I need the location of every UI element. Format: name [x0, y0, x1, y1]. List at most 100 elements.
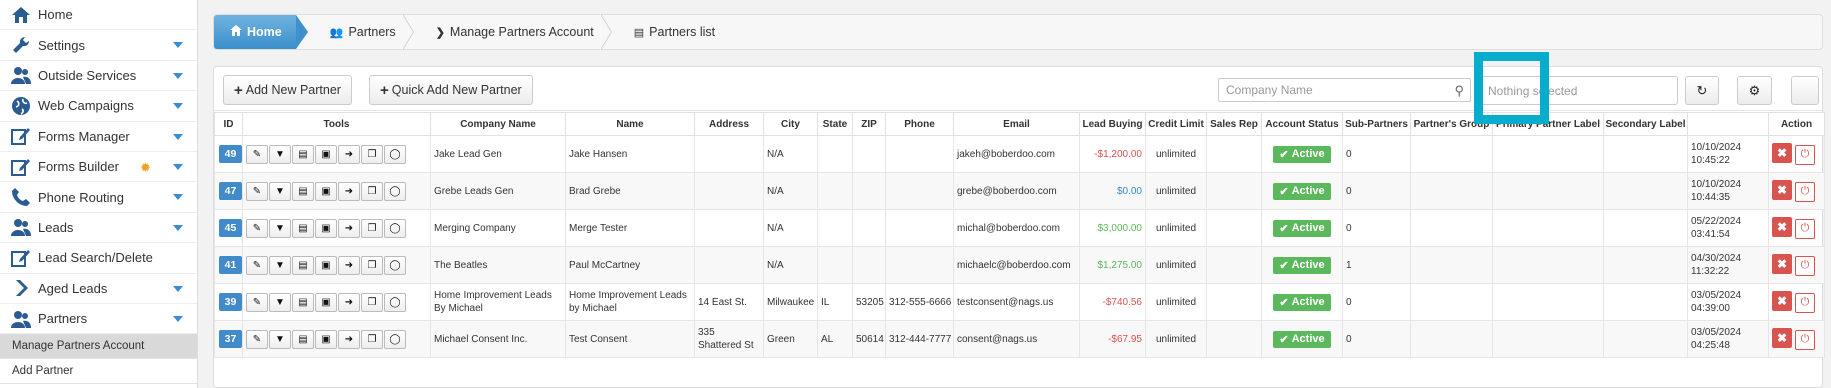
delete-button[interactable]: ✖: [1772, 291, 1792, 312]
comment-icon[interactable]: ◯: [384, 255, 406, 275]
breadcrumb-manage-partners[interactable]: ❯ Manage Partners Account: [414, 14, 612, 50]
sidebar-item-leads[interactable]: Leads: [0, 213, 197, 244]
column-header[interactable]: Action: [1768, 112, 1825, 136]
edit-icon[interactable]: ✎: [246, 218, 268, 238]
edit-icon[interactable]: ✎: [246, 292, 268, 312]
delete-button[interactable]: ✖: [1772, 328, 1792, 349]
list-icon[interactable]: ▤: [292, 181, 314, 201]
sidebar-item-forms-builder[interactable]: Forms Builder ✹: [0, 152, 197, 183]
partner-id-badge[interactable]: 41: [219, 256, 242, 274]
column-header[interactable]: Lead Buying: [1079, 112, 1146, 136]
copy-icon[interactable]: ❐: [361, 329, 383, 349]
sidebar-item-phone-routing[interactable]: Phone Routing: [0, 182, 197, 213]
add-new-partner-button[interactable]: + Add New Partner: [223, 75, 352, 105]
list-icon[interactable]: ▤: [292, 144, 314, 164]
delete-button[interactable]: ✖: [1772, 180, 1792, 201]
column-header[interactable]: City: [763, 112, 818, 136]
edit-icon[interactable]: ✎: [246, 181, 268, 201]
quick-add-partner-button[interactable]: + Quick Add New Partner: [369, 75, 533, 105]
copy-icon[interactable]: ❐: [361, 181, 383, 201]
copy-icon[interactable]: ❐: [361, 292, 383, 312]
chevron-down-icon[interactable]: [173, 163, 183, 170]
sidebar-item-web-campaigns[interactable]: Web Campaigns: [0, 91, 197, 122]
column-header[interactable]: ZIP: [852, 112, 886, 136]
login-icon[interactable]: ➜: [338, 255, 360, 275]
copy-icon[interactable]: ❐: [361, 218, 383, 238]
filter-icon[interactable]: ▼: [269, 329, 291, 349]
chevron-down-icon[interactable]: [173, 103, 183, 110]
money-icon[interactable]: ▣: [315, 218, 337, 238]
delete-button[interactable]: ✖: [1772, 217, 1792, 238]
money-icon[interactable]: ▣: [315, 292, 337, 312]
breadcrumb-partners[interactable]: 👥 Partners: [308, 14, 414, 50]
column-header[interactable]: Email: [953, 112, 1080, 136]
toggle-button[interactable]: [1791, 76, 1819, 105]
deactivate-button[interactable]: ⏻: [1795, 218, 1815, 239]
sidebar-item-settings[interactable]: Settings: [0, 30, 197, 61]
chevron-down-icon[interactable]: [173, 285, 183, 292]
chevron-down-icon[interactable]: [173, 72, 183, 79]
chevron-down-icon[interactable]: [173, 224, 183, 231]
sidebar-item-home[interactable]: Home: [0, 0, 197, 31]
deactivate-button[interactable]: ⏻: [1795, 144, 1815, 165]
money-icon[interactable]: ▣: [315, 255, 337, 275]
list-icon[interactable]: ▤: [292, 255, 314, 275]
delete-button[interactable]: ✖: [1772, 254, 1792, 275]
login-icon[interactable]: ➜: [338, 292, 360, 312]
deactivate-button[interactable]: ⏻: [1795, 181, 1815, 202]
login-icon[interactable]: ➜: [338, 329, 360, 349]
deactivate-button[interactable]: ⏻: [1795, 255, 1815, 276]
column-header[interactable]: Sales Rep: [1206, 112, 1262, 136]
column-header[interactable]: Tools: [242, 112, 431, 136]
column-header[interactable]: Sub-Partners: [1342, 112, 1411, 136]
delete-button[interactable]: ✖: [1772, 143, 1792, 164]
refresh-button[interactable]: ↻: [1685, 76, 1719, 105]
sidebar-item-forms-manager[interactable]: Forms Manager: [0, 122, 197, 152]
status-badge[interactable]: ✔ Active: [1273, 293, 1331, 311]
partner-id-badge[interactable]: 49: [219, 145, 242, 163]
chevron-down-icon[interactable]: [173, 315, 183, 322]
sidebar-item-outside-services[interactable]: Outside Services: [0, 61, 197, 92]
column-header[interactable]: Phone: [885, 112, 954, 136]
sidebar-subitem-add-partner[interactable]: Add Partner: [0, 359, 197, 385]
edit-icon[interactable]: ✎: [246, 329, 268, 349]
comment-icon[interactable]: ◯: [384, 292, 406, 312]
column-settings-button[interactable]: ⚙: [1737, 76, 1772, 105]
edit-icon[interactable]: ✎: [246, 255, 268, 275]
sidebar-item-partners[interactable]: Partners: [0, 304, 197, 335]
partner-id-badge[interactable]: 45: [219, 219, 242, 237]
login-icon[interactable]: ➜: [338, 218, 360, 238]
filter-icon[interactable]: ▼: [269, 292, 291, 312]
login-icon[interactable]: ➜: [338, 181, 360, 201]
breadcrumb-home[interactable]: Home: [214, 15, 308, 49]
column-header[interactable]: Account Status: [1261, 112, 1343, 136]
sidebar-item-lead-search-delete[interactable]: Lead Search/Delete: [0, 243, 197, 274]
chevron-down-icon[interactable]: [173, 42, 183, 49]
copy-icon[interactable]: ❐: [361, 144, 383, 164]
status-badge[interactable]: ✔ Active: [1273, 256, 1331, 274]
filter-icon[interactable]: ▼: [269, 255, 291, 275]
column-header[interactable]: Address: [694, 112, 764, 136]
chevron-down-icon[interactable]: [173, 194, 183, 201]
column-header[interactable]: State: [817, 112, 853, 136]
column-header[interactable]: Secondary Label: [1603, 112, 1688, 136]
copy-icon[interactable]: ❐: [361, 255, 383, 275]
comment-icon[interactable]: ◯: [384, 144, 406, 164]
column-header[interactable]: Credit Limit: [1145, 112, 1207, 136]
filter-icon[interactable]: ▼: [269, 144, 291, 164]
filter-icon[interactable]: ▼: [269, 218, 291, 238]
comment-icon[interactable]: ◯: [384, 218, 406, 238]
comment-icon[interactable]: ◯: [384, 181, 406, 201]
partner-id-badge[interactable]: 47: [219, 182, 242, 200]
money-icon[interactable]: ▣: [315, 181, 337, 201]
comment-icon[interactable]: ◯: [384, 329, 406, 349]
deactivate-button[interactable]: ⏻: [1795, 292, 1815, 313]
partner-id-badge[interactable]: 39: [219, 293, 242, 311]
list-icon[interactable]: ▤: [292, 218, 314, 238]
money-icon[interactable]: ▣: [315, 329, 337, 349]
edit-icon[interactable]: ✎: [246, 144, 268, 164]
login-icon[interactable]: ➜: [338, 144, 360, 164]
partner-id-badge[interactable]: 37: [219, 330, 242, 348]
sidebar-item-aged-leads[interactable]: Aged Leads: [0, 274, 197, 304]
deactivate-button[interactable]: ⏻: [1795, 329, 1815, 350]
